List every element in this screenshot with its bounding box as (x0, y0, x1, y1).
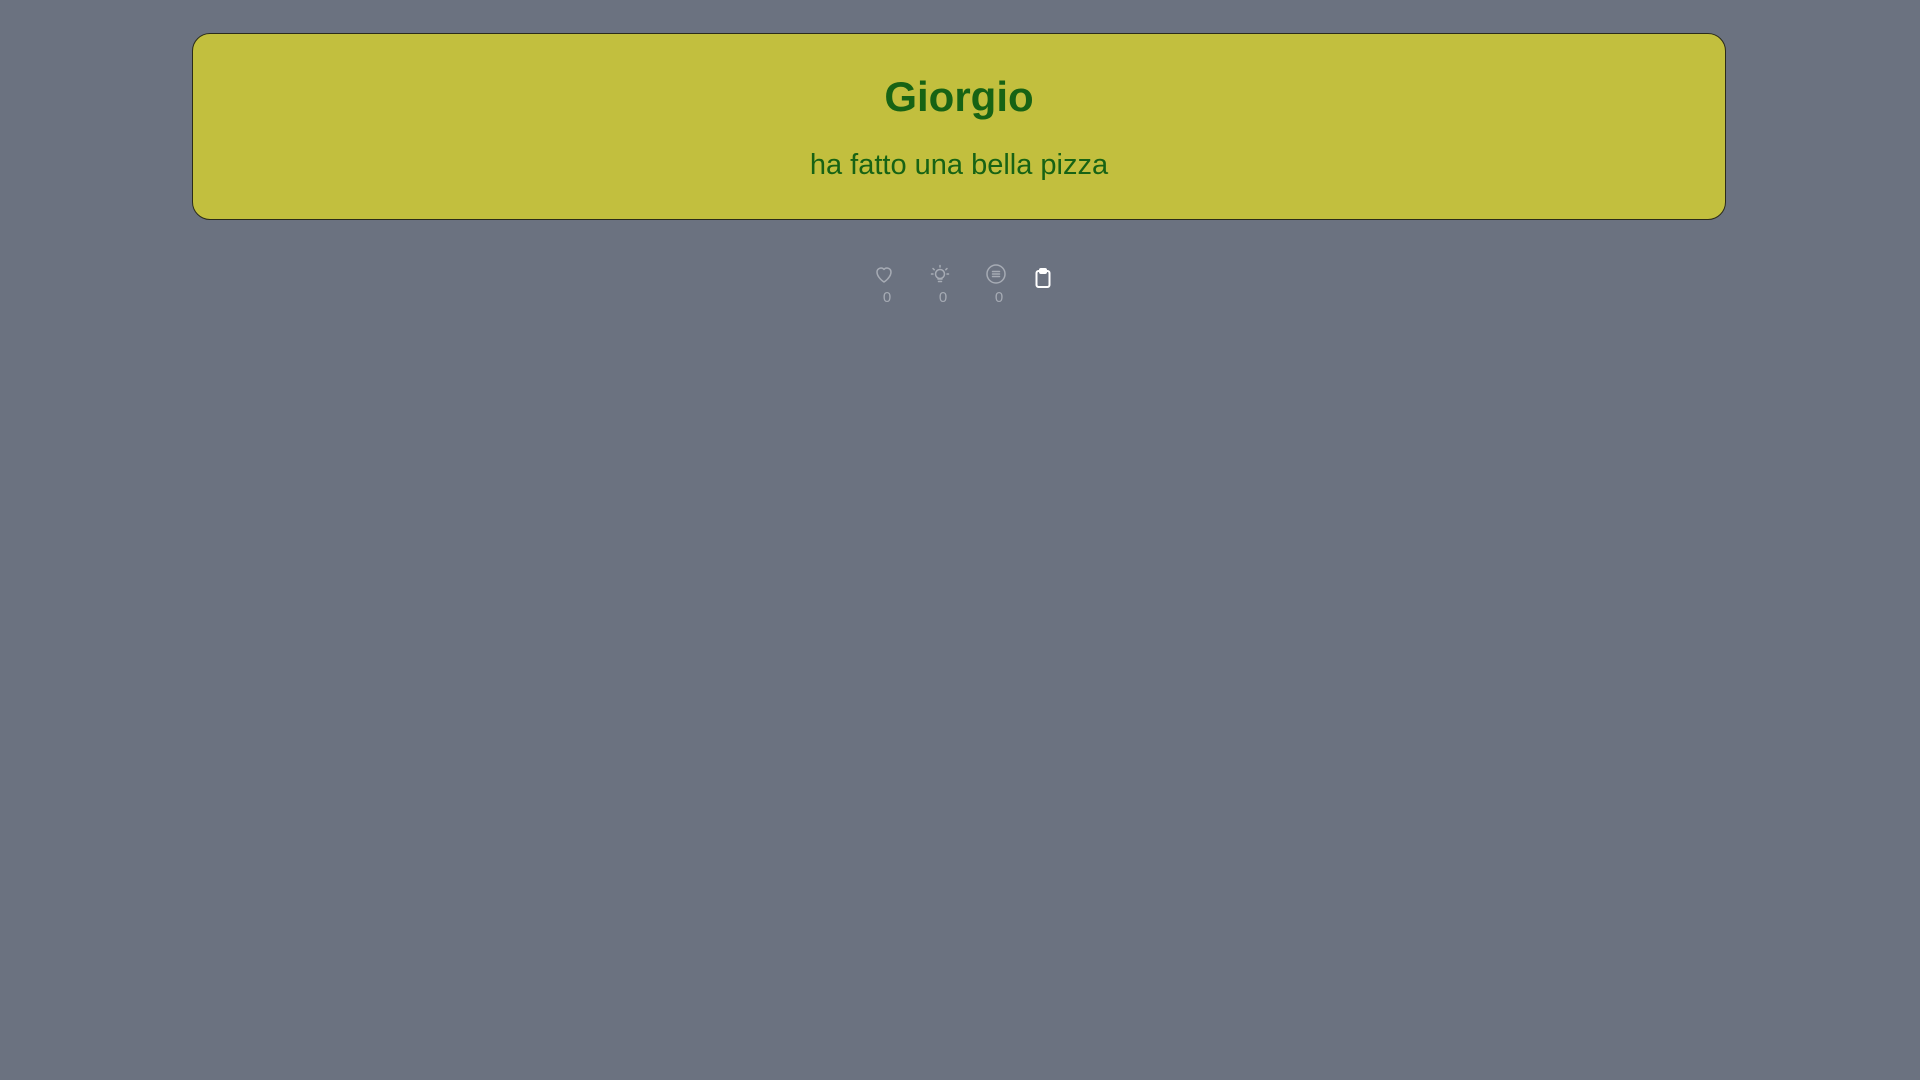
like-button[interactable]: 0 (870, 262, 900, 310)
comment-icon (986, 264, 1006, 284)
clipboard-icon (1035, 268, 1051, 288)
idea-button[interactable]: 0 (926, 262, 956, 310)
post-author: Giorgio (884, 73, 1034, 120)
post-card: Giorgio ha fatto una bella pizza (192, 33, 1726, 220)
like-count: 0 (882, 289, 892, 306)
idea-count: 0 (938, 289, 948, 306)
post-message: ha fatto una bella pizza (809, 149, 1109, 181)
heart-icon (876, 267, 892, 283)
lightbulb-icon (930, 264, 950, 283)
copy-button[interactable] (1031, 266, 1057, 292)
comment-count: 0 (994, 289, 1004, 306)
comment-button[interactable]: 0 (982, 262, 1012, 310)
